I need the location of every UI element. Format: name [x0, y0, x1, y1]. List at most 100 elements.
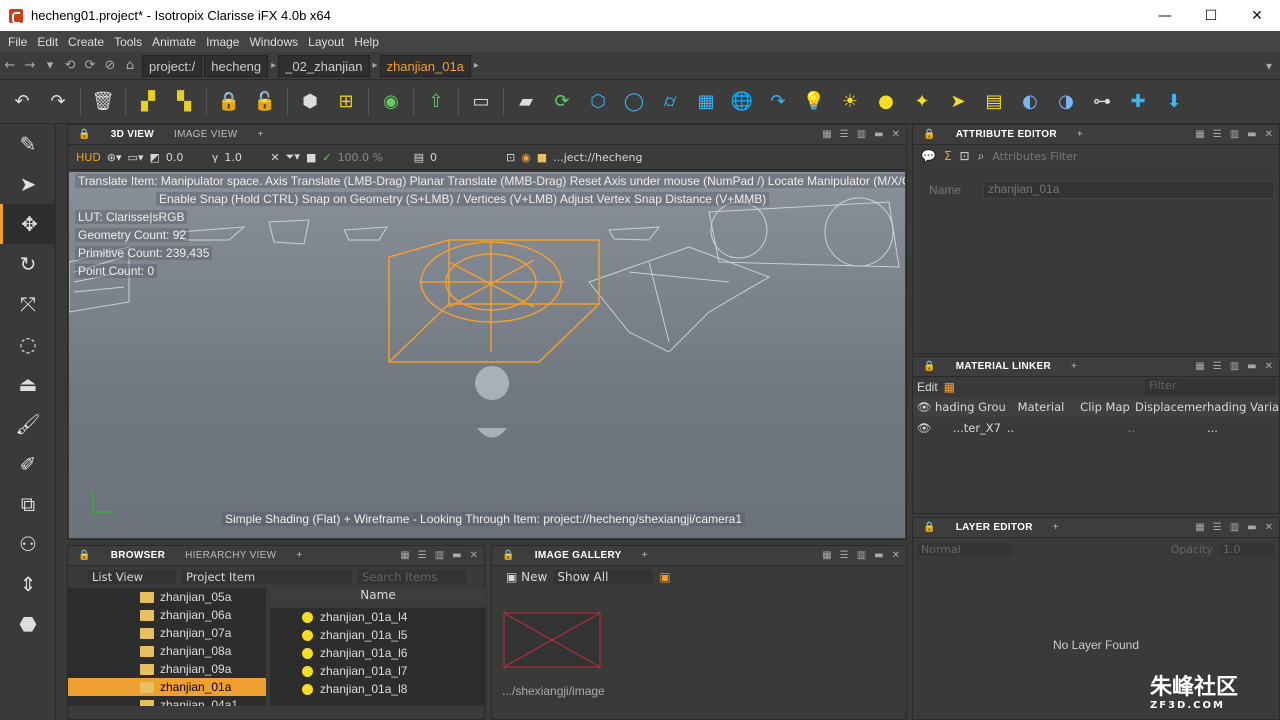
stop-icon[interactable]: ⊘	[100, 58, 120, 73]
maximize-panel-icon[interactable]: ▬	[1247, 361, 1256, 372]
image-thumbnail[interactable]	[503, 612, 601, 668]
layout-list-icon[interactable]: ☰	[418, 550, 427, 561]
stamp-icon[interactable]: ⏏	[0, 364, 56, 404]
rotate-icon[interactable]: ↻	[0, 244, 56, 284]
tree-item[interactable]: zhanjian_08a	[68, 642, 266, 660]
exposure-value[interactable]: 0.0	[166, 151, 206, 164]
maximize-panel-icon[interactable]: ▬	[1247, 522, 1256, 533]
context-icon[interactable]: ⬢	[296, 88, 324, 116]
camera-path[interactable]: ...ject://hecheng	[553, 151, 642, 164]
add-tab-icon[interactable]: +	[1061, 361, 1087, 372]
column-clip-map[interactable]: Clip Map	[1075, 400, 1135, 414]
brush-icon[interactable]: ✐	[0, 444, 56, 484]
shader-ball-icon[interactable]: ⬣	[0, 604, 56, 644]
tab-image-gallery[interactable]: IMAGE GALLERY	[525, 550, 632, 561]
area-light-icon[interactable]: ▤	[980, 88, 1008, 116]
attributes-filter-input[interactable]: Attributes Filter	[992, 150, 1077, 163]
menu-edit[interactable]: Edit	[32, 35, 63, 49]
maximize-button[interactable]: ☐	[1188, 0, 1234, 31]
menu-help[interactable]: Help	[349, 35, 384, 49]
close-button[interactable]: ✕	[1234, 0, 1280, 31]
pin-icon[interactable]: ⊡	[960, 149, 970, 163]
name-column-header[interactable]: Name	[270, 588, 486, 606]
tree-item[interactable]: zhanjian_06a	[68, 606, 266, 624]
layout-list-icon[interactable]: ☰	[840, 129, 849, 140]
forward-arrow-icon[interactable]: →	[20, 58, 40, 73]
environment-icon[interactable]: ◐	[1016, 88, 1044, 116]
folder-icon[interactable]: ■	[537, 151, 547, 164]
layout-split-icon[interactable]: ▥	[1230, 522, 1239, 533]
maximize-panel-icon[interactable]: ▬	[452, 550, 461, 561]
layout-split-icon[interactable]: ▥	[1230, 361, 1239, 372]
path-dropdown-icon[interactable]: ▾	[1266, 59, 1272, 73]
eye-icon[interactable]: ◉	[521, 151, 531, 164]
layout-split-icon[interactable]: ▥	[1230, 129, 1239, 140]
menu-tools[interactable]: Tools	[109, 35, 147, 49]
add-tab-icon[interactable]: +	[1067, 129, 1093, 140]
maximize-panel-icon[interactable]: ▬	[1247, 129, 1256, 140]
list-item[interactable]: zhanjian_01a_l4	[270, 608, 486, 626]
column-shading-group[interactable]: hading Grou	[935, 400, 1007, 414]
check-icon[interactable]: ✓	[322, 151, 331, 164]
scale-icon[interactable]: ⤧	[0, 284, 56, 324]
list-item[interactable]: zhanjian_01a_l6	[270, 644, 486, 662]
hud-icon[interactable]: HUD	[76, 151, 101, 164]
sky-icon[interactable]: ◑	[1052, 88, 1080, 116]
menu-image[interactable]: Image	[201, 35, 244, 49]
comment-icon[interactable]: 💬	[921, 149, 936, 163]
layout-grid-icon[interactable]: ▦	[1195, 129, 1204, 140]
minimize-button[interactable]: —	[1142, 0, 1188, 31]
shading-variable-cell[interactable]: ...	[1207, 421, 1247, 435]
frame-value[interactable]: 0	[430, 151, 500, 164]
add-tab-icon[interactable]: +	[632, 550, 658, 561]
layout-split-icon[interactable]: ▥	[857, 129, 866, 140]
panel-lock-icon[interactable]: 🔒	[913, 361, 946, 372]
maximize-panel-icon[interactable]: ▬	[874, 550, 883, 561]
3d-viewport[interactable]: Translate Item: Manipulator space. Axis …	[69, 172, 905, 538]
tree-item[interactable]: zhanjian_07a	[68, 624, 266, 642]
ungroup-icon[interactable]: ▚	[170, 88, 198, 116]
lock-icon[interactable]: 🔒	[215, 88, 243, 116]
layers-icon[interactable]: ▰	[512, 88, 540, 116]
measure-icon[interactable]: ⇕	[0, 564, 56, 604]
tree-item[interactable]: zhanjian_05a	[68, 588, 266, 606]
redo-icon[interactable]: ↷	[44, 88, 72, 116]
gamma-icon[interactable]: γ	[212, 151, 219, 164]
cylinder-icon[interactable]: ⌭	[656, 88, 684, 116]
layout-split-icon[interactable]: ▥	[435, 550, 444, 561]
point-light-icon[interactable]: 💡	[800, 88, 828, 116]
layout-grid-icon[interactable]: ▦	[1195, 361, 1204, 372]
add-tab-icon[interactable]: +	[1043, 522, 1069, 533]
tab-browser[interactable]: BROWSER	[101, 550, 175, 561]
close-panel-icon[interactable]: ✕	[1265, 361, 1273, 372]
layout-split-icon[interactable]: ▥	[857, 550, 866, 561]
close-panel-icon[interactable]: ✕	[1265, 522, 1273, 533]
filter-select[interactable]: Project Item	[182, 570, 352, 584]
download-icon[interactable]: ⬇	[1160, 88, 1188, 116]
gamma-value[interactable]: 1.0	[224, 151, 264, 164]
list-item[interactable]: zhanjian_01a_l8	[270, 680, 486, 698]
select-arrow-icon[interactable]: ➤	[0, 164, 56, 204]
list-item[interactable]: zhanjian_01a_l5	[270, 626, 486, 644]
edit-menu[interactable]: Edit	[917, 380, 938, 394]
camera-tool-icon[interactable]: ⚇	[0, 524, 56, 564]
add-tab-icon[interactable]: +	[286, 550, 312, 561]
tools-icon[interactable]: ✕	[270, 151, 279, 164]
search-items-input[interactable]: Search Items	[358, 570, 466, 584]
paint-icon[interactable]: 🖌	[0, 404, 56, 444]
column-displacement[interactable]: Displacemen	[1135, 400, 1207, 414]
panel-lock-icon[interactable]: 🔒	[68, 550, 101, 561]
monitor-icon[interactable]: ▭▾	[128, 151, 144, 164]
home-icon[interactable]: ⌂	[120, 58, 140, 73]
refresh-icon[interactable]: ⟲	[60, 58, 80, 73]
list-item[interactable]: zhanjian_01a_l7	[270, 662, 486, 680]
panel-lock-icon[interactable]: 🔒	[913, 522, 946, 533]
instance-icon[interactable]: ⊞	[332, 88, 360, 116]
path-tool-icon[interactable]: ⊶	[1088, 88, 1116, 116]
name-field[interactable]: zhanjian_01a	[983, 181, 1275, 199]
tab-attribute-editor[interactable]: ATTRIBUTE EDITOR	[946, 129, 1067, 140]
panel-lock-icon[interactable]: 🔒	[68, 129, 101, 140]
menu-animate[interactable]: Animate	[147, 35, 201, 49]
filter-icon[interactable]: ⏷▾	[286, 150, 300, 164]
sphere-icon[interactable]: ◯	[620, 88, 648, 116]
